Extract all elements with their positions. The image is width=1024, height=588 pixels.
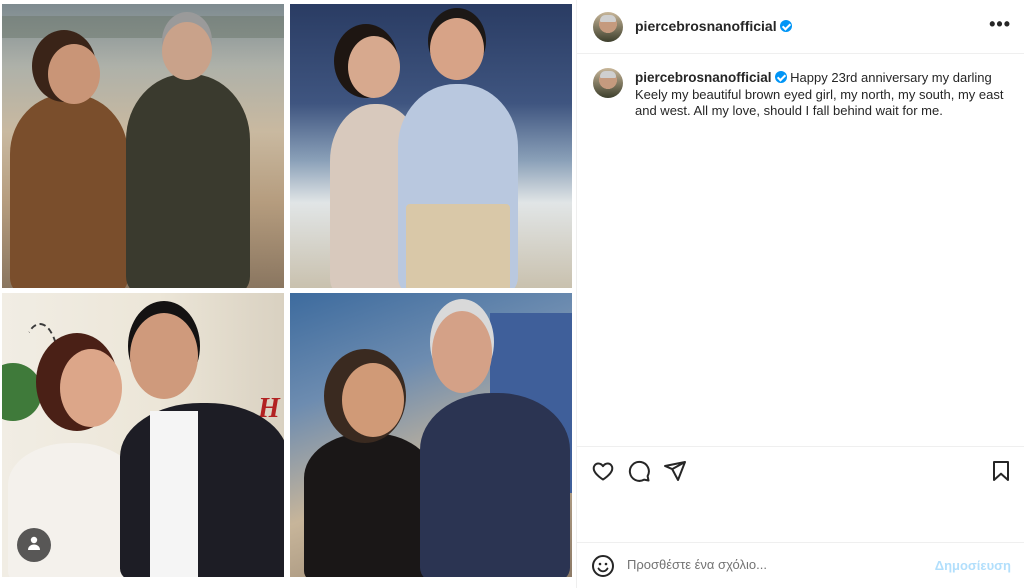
user-icon — [26, 535, 42, 556]
caption-username[interactable]: piercebrosnanofficial — [635, 70, 787, 85]
verified-badge-icon — [774, 71, 787, 83]
man-figure — [420, 393, 570, 577]
more-options-button[interactable]: ••• — [989, 14, 1011, 34]
man-head — [162, 22, 212, 80]
woman-head — [348, 36, 400, 98]
emoji-icon[interactable] — [591, 554, 615, 578]
username-text: piercebrosnanofficial — [635, 18, 777, 34]
post-sidebar: piercebrosnanofficial ••• piercebrosnano… — [576, 0, 1024, 588]
action-bar — [577, 446, 1024, 494]
woman-head — [48, 44, 100, 104]
comment-input[interactable] — [627, 557, 927, 572]
post-header: piercebrosnanofficial ••• — [577, 0, 1024, 54]
bookmark-icon[interactable] — [989, 459, 1013, 483]
post-comment-button[interactable]: Δημοσίευση — [935, 558, 1011, 573]
man-head — [130, 313, 198, 399]
horizon — [2, 16, 284, 38]
comment-icon[interactable] — [627, 459, 651, 483]
woman-head — [60, 349, 122, 427]
tagged-users-button[interactable] — [17, 528, 51, 562]
man-trousers — [406, 204, 510, 288]
add-comment-bar: Δημοσίευση — [577, 542, 1024, 588]
man-head — [430, 18, 484, 80]
caption: piercebrosnanofficial Happy 23rd anniver… — [635, 70, 1007, 120]
woman-figure — [304, 433, 434, 577]
avatar[interactable] — [593, 12, 623, 42]
comments-area: piercebrosnanofficial Happy 23rd anniver… — [577, 54, 1024, 446]
photo-seaside-embrace — [290, 4, 572, 288]
backdrop-logo-arc — [20, 323, 60, 413]
photo-indoor — [290, 293, 572, 577]
man-figure — [120, 403, 284, 577]
post-media[interactable]: H — [0, 0, 576, 588]
man-figure — [126, 74, 250, 288]
woman-figure — [10, 94, 128, 288]
man-head — [432, 311, 492, 393]
man-shirt — [150, 411, 198, 577]
photo-beach-walk — [2, 4, 284, 288]
verified-badge-icon — [779, 20, 792, 32]
paper-plane-icon[interactable] — [663, 459, 687, 483]
woman-head — [342, 363, 404, 437]
username-link[interactable]: piercebrosnanofficial — [635, 18, 792, 34]
avatar[interactable] — [593, 68, 623, 98]
heart-icon[interactable] — [591, 459, 615, 483]
